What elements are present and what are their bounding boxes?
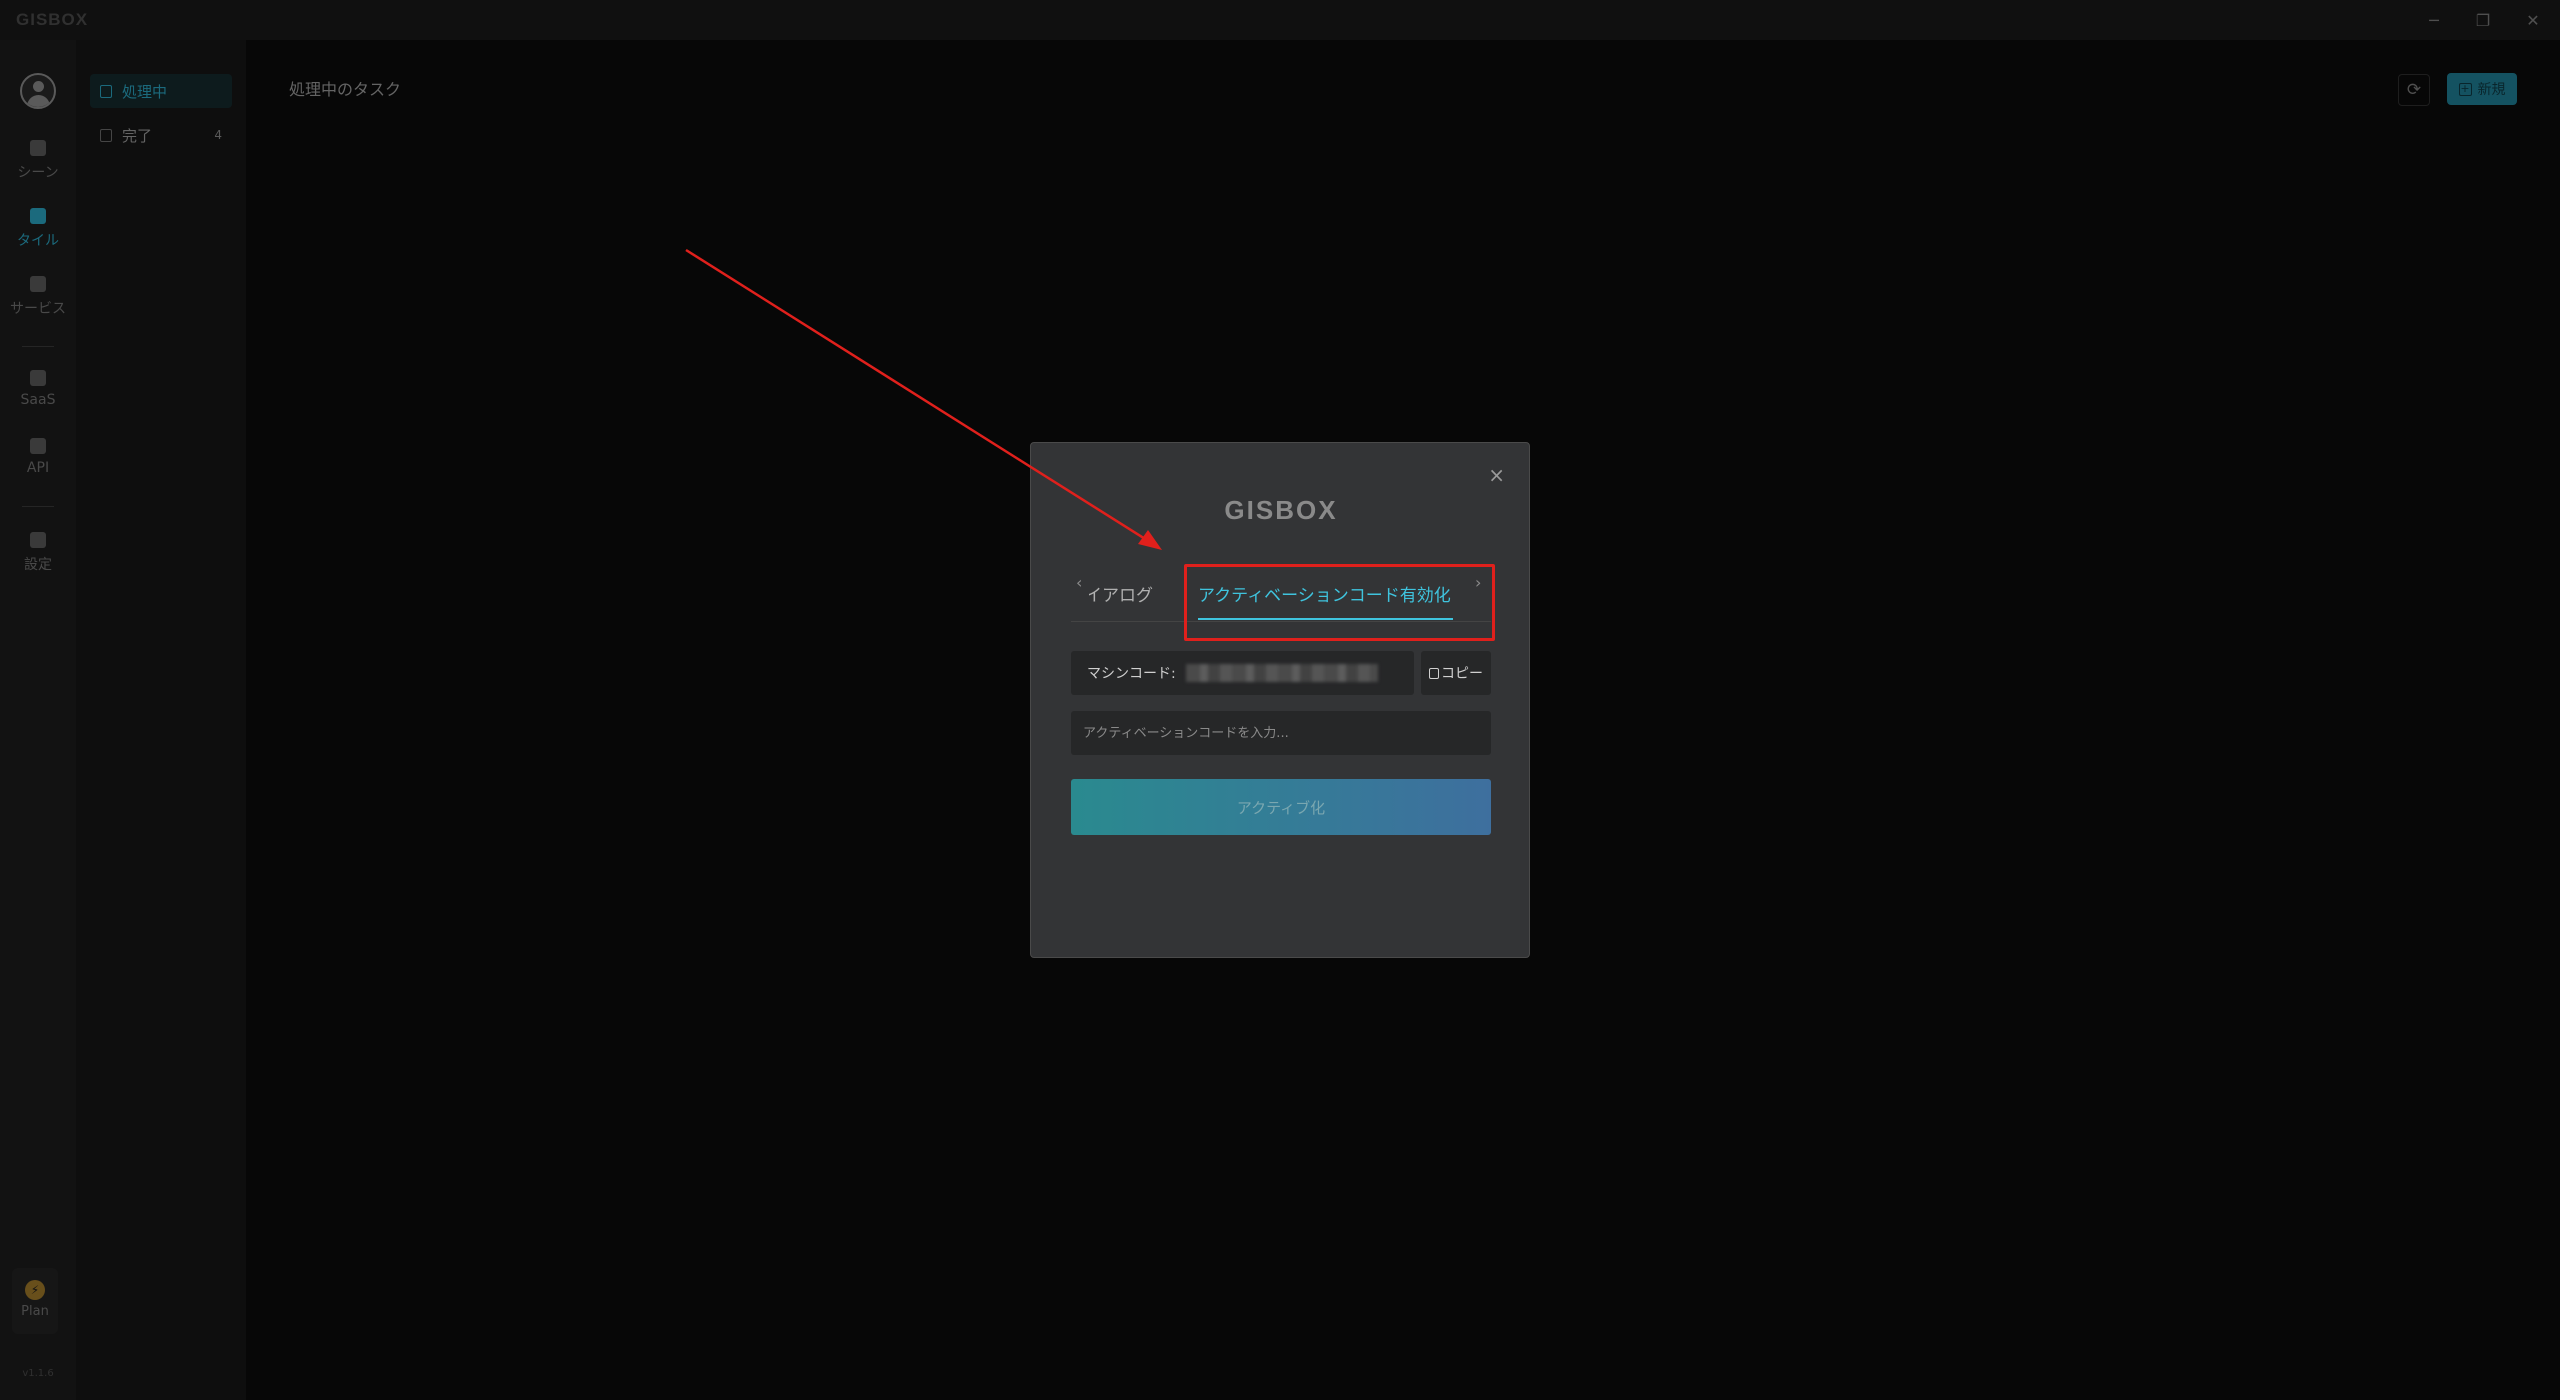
copy-button[interactable]: コピー: [1421, 651, 1491, 695]
annotation-highlight-box: [1184, 564, 1495, 641]
chevron-left-icon[interactable]: ‹: [1076, 573, 1082, 592]
dialog-logo: GISBOX: [1224, 495, 1338, 525]
copy-icon: [1429, 667, 1439, 679]
machine-code-field: マシンコード:: [1071, 651, 1414, 695]
activation-code-input[interactable]: [1071, 711, 1491, 755]
copy-label: コピー: [1441, 666, 1483, 682]
tab-dialog[interactable]: ダイアログ: [1089, 581, 1153, 606]
activate-button[interactable]: アクティブ化: [1071, 779, 1491, 835]
activation-dialog: × GISBOX ‹ ダイアログ アクティベーションコード有効化 › マシンコー…: [1030, 442, 1530, 958]
close-icon[interactable]: ×: [1488, 465, 1505, 485]
machine-code-label: マシンコード:: [1087, 666, 1176, 682]
machine-code-value-blurred: [1185, 664, 1378, 682]
